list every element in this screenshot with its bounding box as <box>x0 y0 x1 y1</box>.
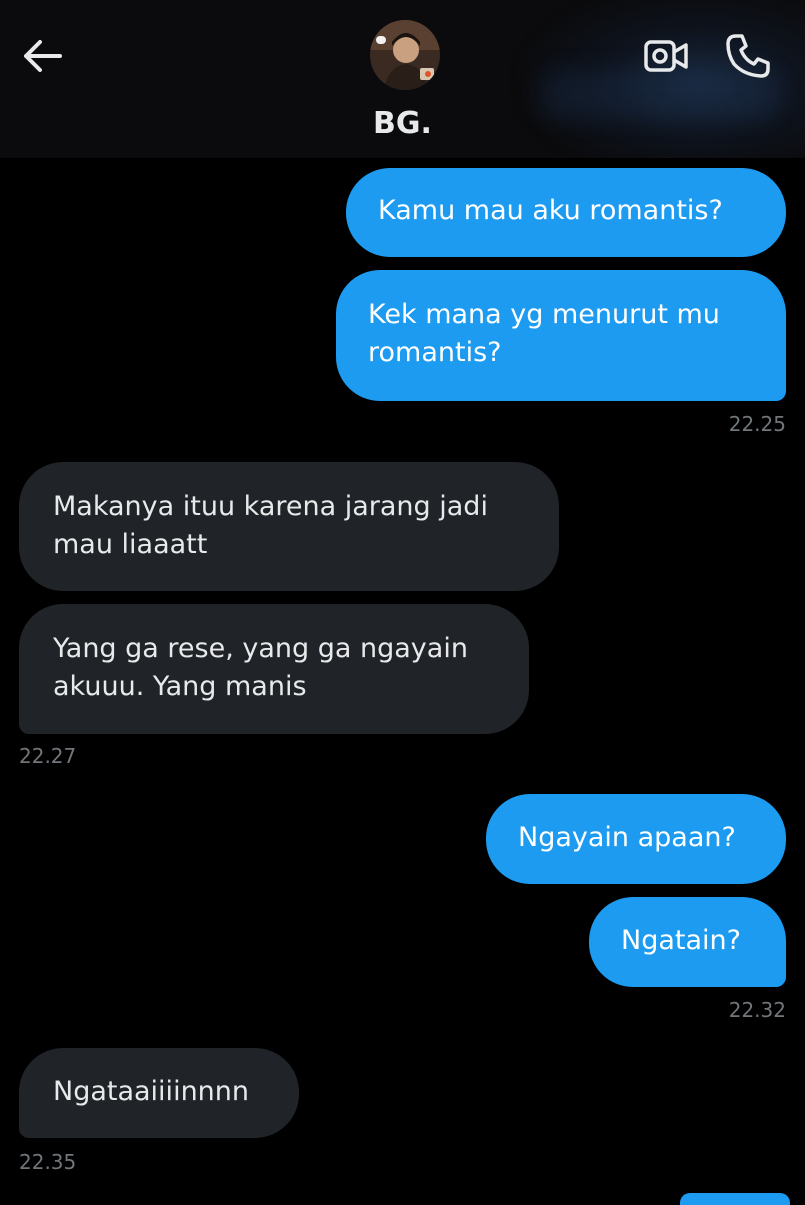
avatar-image <box>370 20 440 90</box>
incoming-message[interactable]: Yang ga rese, yang ga ngayain akuuu. Yan… <box>19 604 529 734</box>
arrow-left-icon <box>24 40 62 72</box>
message-timestamp: 22.27 <box>19 744 77 768</box>
outgoing-message[interactable]: Ngatain? <box>589 897 786 987</box>
incoming-message[interactable]: Makanya ituu karena jarang jadi mau liaa… <box>19 462 559 591</box>
avatar[interactable] <box>370 20 440 90</box>
message-timestamp: 22.35 <box>19 1150 77 1174</box>
outgoing-message-partial <box>680 1193 790 1205</box>
outgoing-message[interactable]: Kek mana yg menurut mu romantis? <box>336 270 786 401</box>
voice-call-button[interactable] <box>722 30 774 82</box>
message-timestamp: 22.25 <box>728 412 786 436</box>
contact-name[interactable]: BG. <box>0 106 805 141</box>
outgoing-message[interactable]: Kamu mau aku romantis? <box>346 168 786 257</box>
outgoing-message[interactable]: Ngayain apaan? <box>486 794 786 884</box>
phone-icon <box>726 34 770 78</box>
back-button[interactable] <box>18 34 66 78</box>
video-call-button[interactable] <box>640 34 692 78</box>
video-camera-icon <box>644 40 688 72</box>
conversation-header: BG. <box>0 0 805 158</box>
incoming-message[interactable]: Ngataaiiiinnnn <box>19 1048 299 1138</box>
message-timestamp: 22.32 <box>728 998 786 1022</box>
